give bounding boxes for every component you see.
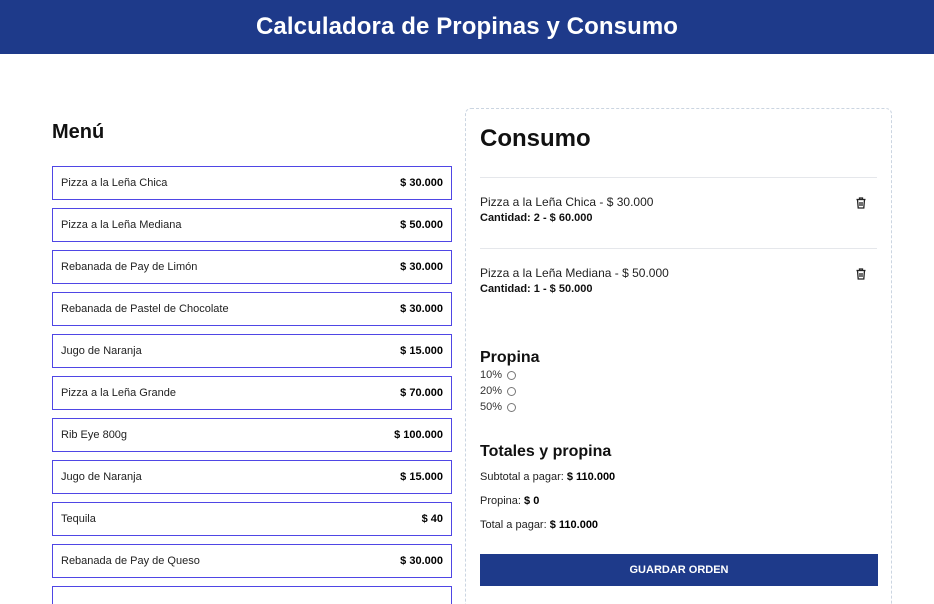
menu-item-name: Rebanada de Pay de Limón [61,261,198,273]
total-label: Total a pagar: [480,519,550,531]
tip-option-20: 20% [480,383,877,399]
menu-item[interactable]: Rebanada de Pay de Queso $ 30.000 [52,544,452,578]
menu-list: Pizza a la Leña Chica $ 30.000 Pizza a l… [52,166,452,604]
subtotal-line: Subtotal a pagar: $ 110.000 [480,471,877,495]
subtotal-label: Subtotal a pagar: [480,471,567,483]
trash-icon[interactable] [854,267,868,281]
menu-item-price: $ 50.000 [400,219,443,231]
tip-option-50: 50% [480,399,877,415]
tip-option-label: 20% [480,385,503,397]
order-item: Pizza a la Leña Mediana - $ 50.000 Canti… [480,248,877,319]
tip-option-10: 10% [480,367,877,383]
menu-item[interactable]: Pizza a la Leña Chica $ 30.000 [52,166,452,200]
order-item-line: Pizza a la Leña Mediana - $ 50.000 [480,266,669,280]
menu-item-name: Pizza a la Leña Grande [61,387,176,399]
menu-item-price: $ 30.000 [400,303,443,315]
menu-item[interactable]: Tequila $ 40 [52,502,452,536]
menu-item-name: Tequila [61,513,96,525]
menu-item[interactable]: Jugo de Naranja $ 15.000 [52,460,452,494]
trash-icon[interactable] [854,196,868,210]
menu-item-price: $ 30.000 [400,555,443,567]
menu-item-name: Rib Eye 800g [61,429,128,441]
tip-radio-10[interactable] [507,370,517,380]
menu-item[interactable]: Jugo de Naranja $ 15.000 [52,334,452,368]
menu-item-price: $ 30.000 [400,177,443,189]
menu-item-name: Pizza a la Leña Chica [61,177,168,189]
order-item-line: Pizza a la Leña Chica - $ 30.000 [480,195,654,209]
order-item-quantity: Cantidad: 2 - $ 60.000 [480,212,593,224]
tip-radio-20[interactable] [507,386,517,396]
tip-label: Propina: [480,495,525,507]
menu-section: Menú Pizza a la Leña Chica $ 30.000 Pizz… [52,121,452,604]
app-header: Calculadora de Propinas y Consumo [0,0,934,54]
menu-item-price: $ 30.000 [400,261,443,273]
tip-option-label: 50% [480,401,503,413]
totals-title: Totales y propina [480,443,612,460]
tip-radio-50[interactable] [507,402,517,412]
save-order-button[interactable]: GUARDAR ORDEN [480,554,878,586]
menu-item-name: Rebanada de Pay de Queso [61,555,200,567]
page-title: Calculadora de Propinas y Consumo [255,13,679,40]
menu-title: Menú [52,121,105,143]
subtotal-value: $ 110.000 [566,471,616,483]
order-item: Pizza a la Leña Chica - $ 30.000 Cantida… [480,177,877,248]
consumo-panel: Consumo Pizza a la Leña Chica - $ 30.000… [465,108,892,604]
menu-item-name: Jugo de Naranja [61,471,142,483]
menu-item-price: $ 70.000 [400,387,443,399]
tip-value: $ 0 [524,495,540,507]
menu-item-name: Jugo de Naranja [61,345,142,357]
menu-item-name: Rebanada de Pastel de Chocolate [61,303,229,315]
menu-item[interactable]: Pizza a la Leña Mediana $ 50.000 [52,208,452,242]
menu-item[interactable]: Rebanada de Pastel de Chocolate $ 30.000 [52,292,452,326]
menu-item-name: Pizza a la Leña Mediana [61,219,182,231]
menu-item-price: $ 15.000 [400,345,443,357]
menu-item[interactable]: Pizza a la Leña Grande $ 70.000 [52,376,452,410]
consumo-title: Consumo [480,125,591,152]
tip-option-label: 10% [480,369,503,381]
order-item-quantity: Cantidad: 1 - $ 50.000 [480,283,593,295]
menu-item-price: $ 100.000 [394,429,443,441]
menu-item-price: $ 40 [421,513,443,525]
tip-line: Propina: $ 0 [480,495,877,519]
menu-item[interactable] [52,586,452,604]
menu-item-price: $ 15.000 [400,471,443,483]
propina-title: Propina [480,349,540,366]
menu-item[interactable]: Rib Eye 800g $ 100.000 [52,418,452,452]
total-value: $ 110.000 [549,519,599,531]
total-line: Total a pagar: $ 110.000 [480,519,877,543]
menu-item[interactable]: Rebanada de Pay de Limón $ 30.000 [52,250,452,284]
